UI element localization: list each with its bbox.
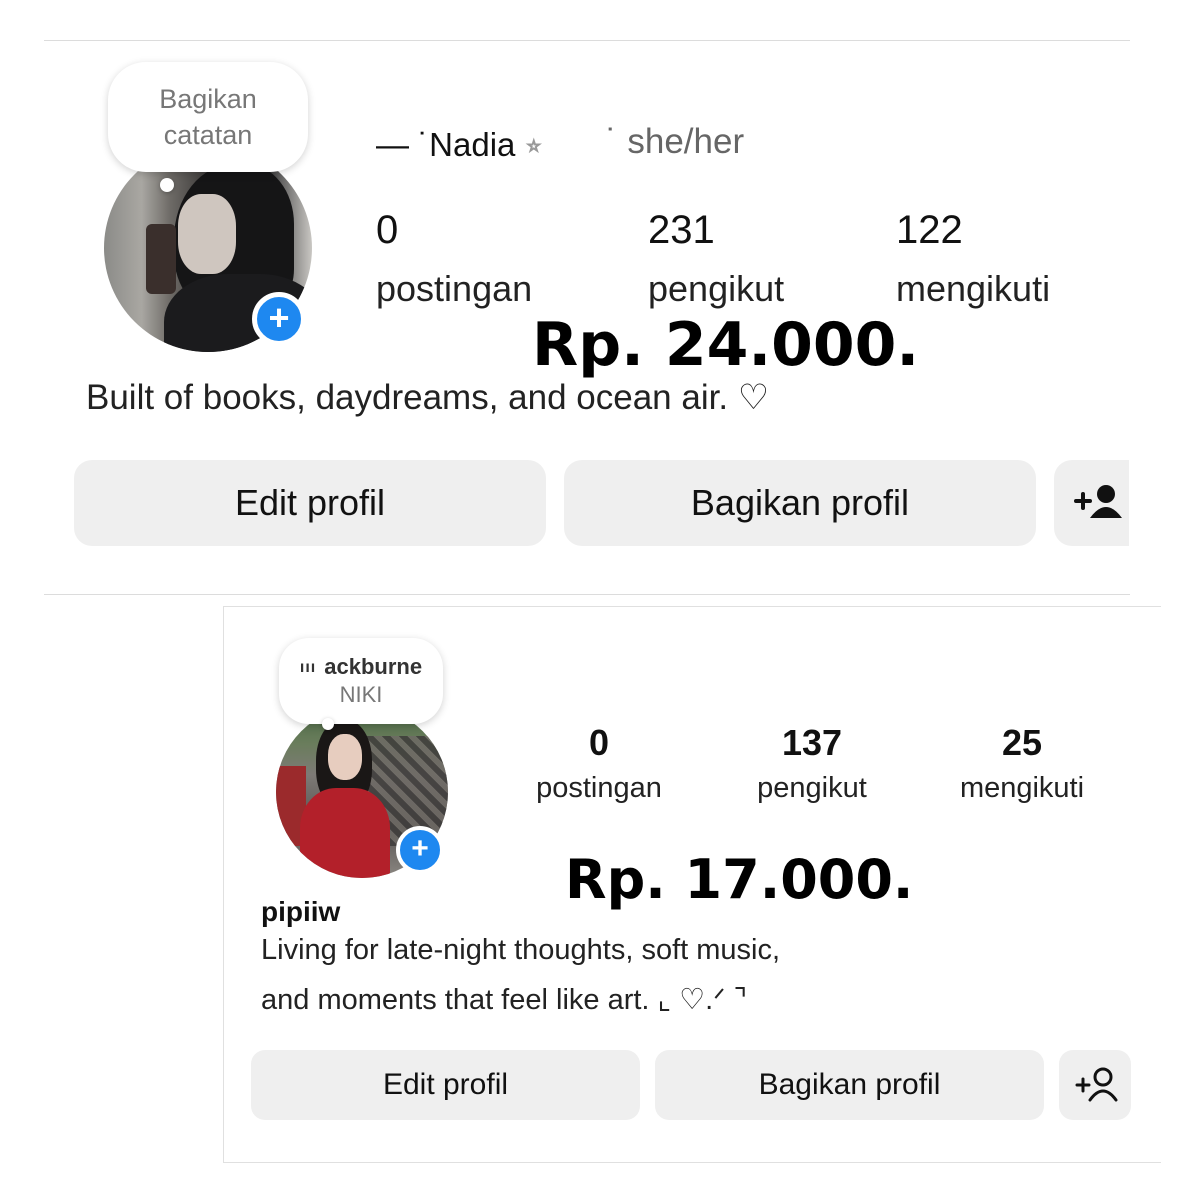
posts-label[interactable]: postingan [528,772,670,805]
add-story-plus-icon[interactable]: + [252,292,306,346]
price-label: Rp. 24.000. [532,310,920,380]
display-name: — ˙Nadia ⭒ [376,126,543,165]
bio: Built of books, daydreams, and ocean air… [86,378,770,417]
discover-people-button[interactable] [1054,460,1129,546]
followers-count[interactable]: 137 [740,722,884,764]
note-line-1: Bagikan [159,84,257,114]
posts-count[interactable]: 0 [528,722,670,764]
add-story-plus-icon[interactable]: + [396,826,444,874]
pronouns: ˙ she/her [606,122,745,161]
song-title-text: ackburne [324,654,423,679]
display-name-text: — ˙Nadia [376,126,516,163]
star-icon: ⭒ [524,126,543,164]
edit-profile-button[interactable]: Edit profil [74,460,546,546]
posts-label[interactable]: postingan [376,268,532,310]
followers-label[interactable]: pengikut [740,772,884,805]
following-count[interactable]: 25 [944,722,1100,764]
add-person-icon [1074,485,1122,518]
bio-line-2: and moments that feel like art. ⌞ ♡.ᐟ ⌝ [261,984,748,1016]
song-title: ııı ackburne [300,654,422,680]
followers-count[interactable]: 231 [648,208,715,253]
followers-label[interactable]: pengikut [648,268,784,310]
discover-people-button[interactable] [1059,1050,1131,1120]
add-person-icon [1075,1067,1118,1102]
following-label[interactable]: mengikuti [944,772,1100,805]
price-label: Rp. 17.000. [565,848,914,911]
music-note-bubble[interactable]: ııı ackburne NIKI [279,638,443,724]
note-bubble[interactable]: Bagikan catatan [108,62,308,172]
share-profile-button[interactable]: Bagikan profil [564,460,1036,546]
middle-divider [44,594,1130,595]
posts-count[interactable]: 0 [376,208,398,253]
note-line-2: catatan [163,120,253,150]
following-count[interactable]: 122 [896,208,963,253]
username: pipiiw [261,896,341,927]
song-artist: NIKI [339,682,383,707]
bio-line-1: Living for late-night thoughts, soft mus… [261,934,781,966]
note-bubble-tail [322,718,334,730]
following-label[interactable]: mengikuti [896,268,1050,310]
music-bars-icon: ııı [299,659,317,676]
edit-profile-button[interactable]: Edit profil [251,1050,640,1120]
top-divider [44,40,1130,41]
share-profile-button[interactable]: Bagikan profil [655,1050,1044,1120]
note-bubble-tail [160,178,174,192]
